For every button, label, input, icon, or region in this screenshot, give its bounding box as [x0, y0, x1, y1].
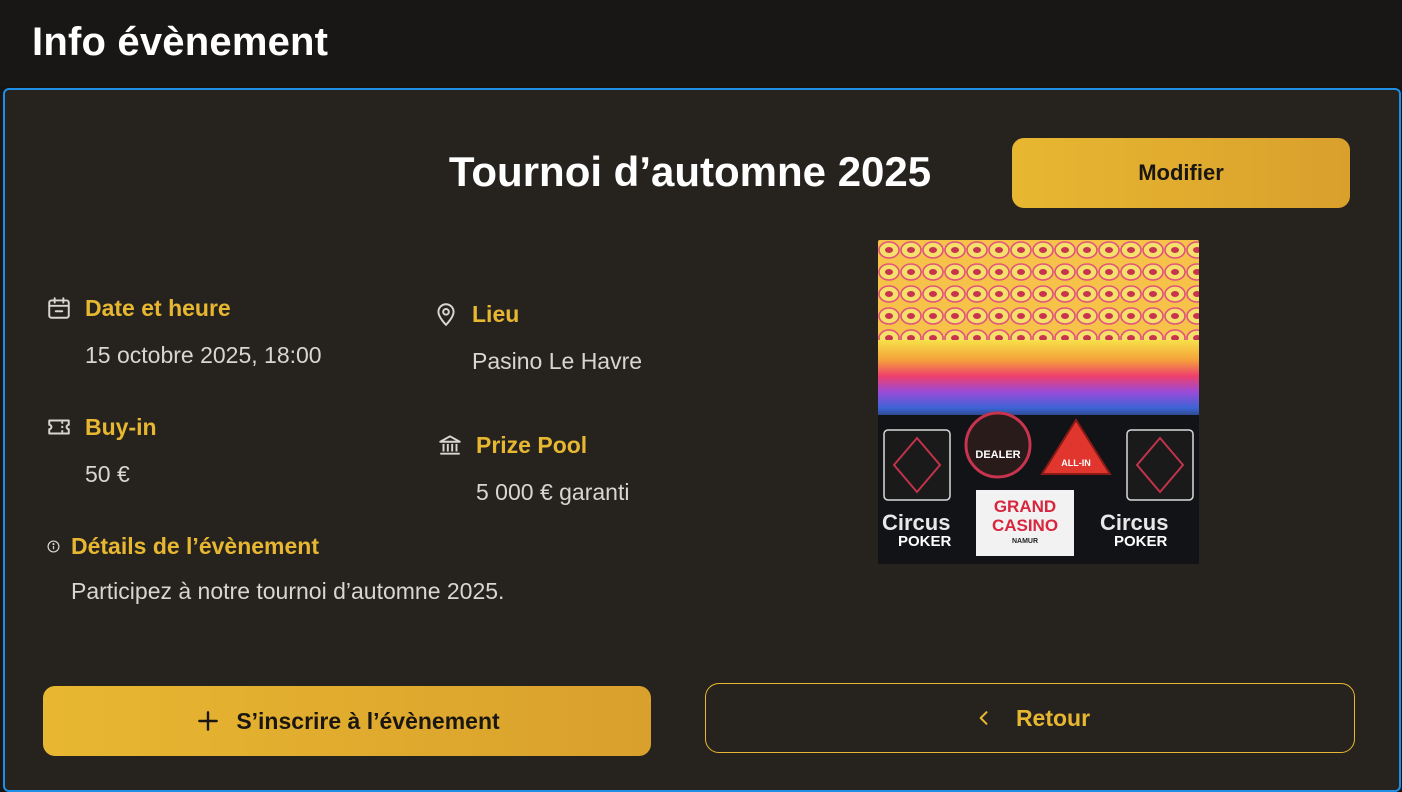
poker-chips-image: DEALER ALL-IN Circus POKER GRAND CASINO …: [878, 240, 1199, 564]
details-value: Participez à notre tournoi d’automne 202…: [71, 578, 505, 604]
register-label: S’inscrire à l’évènement: [236, 707, 500, 734]
date-label: Date et heure: [85, 294, 231, 321]
buyin-label: Buy-in: [85, 413, 157, 440]
map-pin-icon: [432, 300, 460, 328]
svg-text:GRAND: GRAND: [994, 497, 1056, 516]
back-button[interactable]: Retour: [705, 683, 1355, 753]
ticket-icon: [45, 413, 73, 441]
register-button[interactable]: S’inscrire à l’évènement: [43, 686, 651, 756]
date-value: 15 octobre 2025, 18:00: [85, 342, 322, 368]
svg-text:Circus: Circus: [1100, 510, 1168, 535]
event-panel: Tournoi d’automne 2025 Modifier Date et …: [3, 88, 1401, 792]
svg-text:Circus: Circus: [882, 510, 950, 535]
prize-value: 5 000 € garanti: [476, 479, 630, 505]
svg-text:CASINO: CASINO: [992, 516, 1058, 535]
info-icon: [45, 539, 61, 555]
svg-text:POKER: POKER: [1114, 533, 1168, 550]
location-label: Lieu: [472, 300, 520, 327]
event-title: Tournoi d’automne 2025: [448, 148, 932, 195]
svg-text:DEALER: DEALER: [975, 449, 1020, 461]
date-block: Date et heure 15 octobre 2025, 18:00: [45, 294, 322, 369]
svg-text:ALL-IN: ALL-IN: [1061, 458, 1091, 468]
svg-text:POKER: POKER: [898, 533, 952, 550]
location-block: Lieu Pasino Le Havre: [432, 300, 642, 375]
edit-button[interactable]: Modifier: [1012, 138, 1350, 208]
buyin-value: 50 €: [85, 461, 130, 487]
bank-icon: [436, 431, 464, 459]
chevron-left-icon: [970, 704, 998, 732]
page-title: Info évènement: [32, 20, 329, 64]
svg-text:NAMUR: NAMUR: [1012, 538, 1038, 545]
details-block: Détails de l’évènement Participez à notr…: [45, 533, 504, 605]
location-value: Pasino Le Havre: [472, 348, 643, 374]
prize-label: Prize Pool: [476, 431, 588, 458]
top-bar: Info évènement: [0, 0, 1402, 86]
back-label: Retour: [1015, 704, 1091, 731]
buyin-block: Buy-in 50 €: [45, 413, 157, 488]
prize-block: Prize Pool 5 000 € garanti: [436, 431, 629, 506]
plus-icon: [194, 707, 222, 735]
calendar-icon: [45, 294, 73, 322]
details-label: Détails de l’évènement: [71, 533, 319, 559]
